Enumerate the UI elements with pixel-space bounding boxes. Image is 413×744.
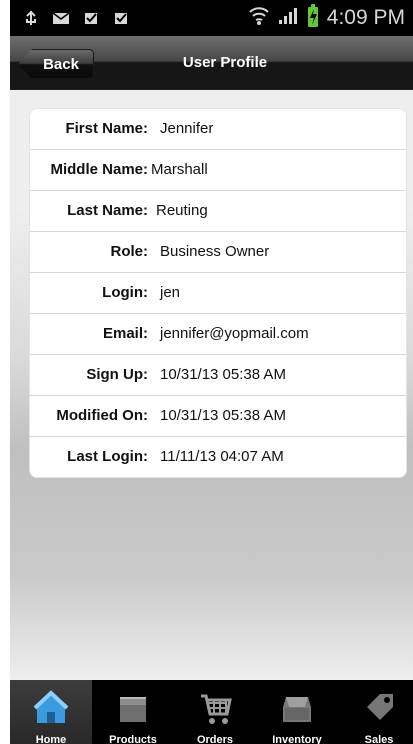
login-row: Login: jen [30, 272, 406, 313]
first-name-row: First Name: Jennifer [30, 109, 406, 149]
login-label: Login: [102, 284, 148, 301]
sales-tag-icon [360, 690, 398, 728]
middle-name-label: Middle Name: [50, 161, 148, 178]
email-label: Email: [102, 325, 148, 342]
modified-on-row: Modified On: 10/31/13 05:38 AM [30, 395, 406, 436]
last-name-row: Last Name: Reuting [30, 190, 406, 231]
battery-charging-icon [306, 3, 320, 33]
profile-card: First Name: Jennifer Middle Name: Marsha… [29, 108, 407, 478]
home-icon [32, 690, 70, 728]
first-name-label: First Name: [65, 120, 148, 137]
tab-sales[interactable]: Sales [338, 680, 413, 744]
download-icon [112, 9, 130, 27]
device-frame-left [0, 0, 10, 744]
products-box-icon [114, 690, 152, 728]
first-name-value: Jennifer [160, 120, 214, 137]
inventory-drawer-icon [278, 690, 316, 728]
download-icon [82, 9, 100, 27]
modified-on-value: 10/31/13 05:38 AM [160, 407, 286, 424]
last-name-value: Reuting [156, 202, 208, 219]
wifi-icon [248, 6, 270, 31]
last-login-row: Last Login: 11/11/13 04:07 AM [30, 436, 406, 477]
email-row: Email: jennifer@yopmail.com [30, 313, 406, 354]
sign-up-row: Sign Up: 10/31/13 05:38 AM [30, 354, 406, 395]
role-value: Business Owner [160, 243, 270, 260]
page-title: User Profile [182, 54, 268, 71]
email-value: jennifer@yopmail.com [160, 325, 309, 342]
last-login-label: Last Login: [67, 448, 148, 465]
modified-on-label: Modified On: [56, 407, 148, 424]
tab-sales-label: Sales [364, 734, 394, 744]
tab-home-label: Home [35, 734, 67, 744]
user-profile-screen: 4:09 PM Back User Profile First Name: Je… [0, 0, 413, 744]
tab-products-label: Products [109, 734, 157, 744]
bottom-tab-bar: Home Products Orders Inventory Sales [10, 680, 413, 744]
signal-icon [277, 6, 299, 31]
title-bar: Back User Profile [10, 36, 413, 90]
last-login-value: 11/11/13 04:07 AM [160, 448, 284, 465]
notification-icons [22, 7, 130, 29]
sign-up-label: Sign Up: [86, 366, 148, 383]
role-label: Role: [110, 243, 149, 260]
sign-up-value: 10/31/13 05:38 AM [160, 366, 286, 383]
tab-inventory-label: Inventory [272, 734, 322, 744]
last-name-label: Last Name: [67, 202, 148, 219]
mail-icon [52, 9, 70, 27]
login-value: jen [160, 284, 181, 301]
role-row: Role: Business Owner [30, 231, 406, 272]
status-time: 4:09 PM [326, 6, 405, 29]
tab-inventory[interactable]: Inventory [256, 680, 338, 744]
tab-products[interactable]: Products [92, 680, 174, 744]
middle-name-value: Marshall [151, 161, 208, 178]
shopping-cart-icon [196, 690, 234, 728]
system-status: 4:09 PM [248, 3, 405, 33]
profile-content: First Name: Jennifer Middle Name: Marsha… [10, 90, 413, 680]
tab-orders[interactable]: Orders [174, 680, 256, 744]
middle-name-row: Middle Name: Marshall [30, 149, 406, 190]
tab-home[interactable]: Home [10, 680, 92, 744]
usb-icon [22, 9, 40, 27]
tab-orders-label: Orders [196, 734, 234, 744]
back-button[interactable]: Back [18, 49, 94, 79]
status-bar: 4:09 PM [10, 0, 413, 36]
